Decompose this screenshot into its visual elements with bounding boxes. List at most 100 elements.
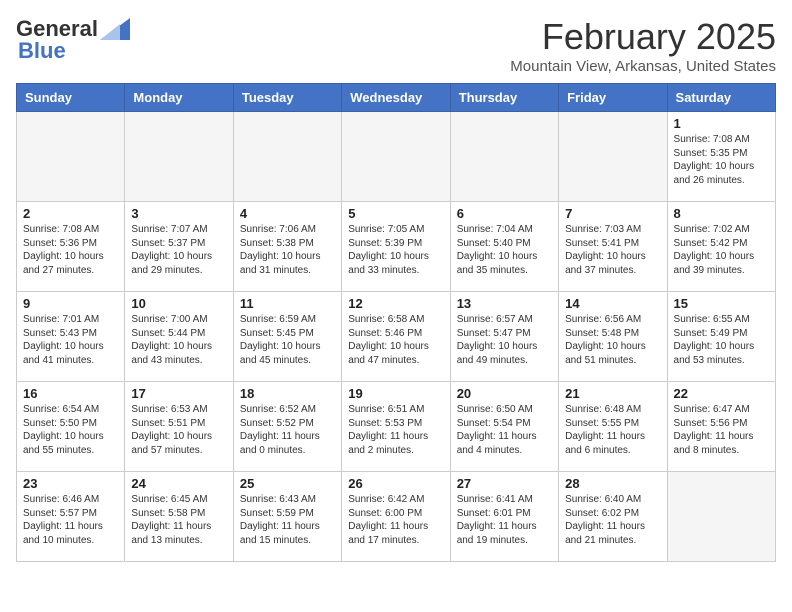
day-number: 6 [457, 206, 552, 221]
weekday-header-cell: Monday [125, 84, 233, 112]
day-number: 14 [565, 296, 660, 311]
weekday-header-cell: Saturday [667, 84, 775, 112]
day-info: Sunrise: 6:54 AM Sunset: 5:50 PM Dayligh… [23, 403, 118, 457]
weekday-header-row: SundayMondayTuesdayWednesdayThursdayFrid… [17, 84, 776, 112]
calendar-day-cell [450, 112, 558, 202]
calendar-day-cell: 15 Sunrise: 6:55 AM Sunset: 5:49 PM Dayli… [667, 292, 775, 382]
logo-icon [100, 18, 130, 40]
calendar-day-cell [233, 112, 341, 202]
day-number: 4 [240, 206, 335, 221]
calendar-day-cell: 27 Sunrise: 6:41 AM Sunset: 6:01 PM Dayli… [450, 472, 558, 562]
day-info: Sunrise: 6:57 AM Sunset: 5:47 PM Dayligh… [457, 313, 552, 367]
day-number: 12 [348, 296, 443, 311]
day-number: 26 [348, 476, 443, 491]
day-info: Sunrise: 6:40 AM Sunset: 6:02 PM Dayligh… [565, 493, 660, 547]
day-info: Sunrise: 6:45 AM Sunset: 5:58 PM Dayligh… [131, 493, 226, 547]
calendar-table: SundayMondayTuesdayWednesdayThursdayFrid… [16, 83, 776, 562]
day-number: 10 [131, 296, 226, 311]
day-number: 20 [457, 386, 552, 401]
calendar-week-row: 23Sunrise: 6:46 AM Sunset: 5:57 PM Dayli… [17, 472, 776, 562]
calendar-day-cell [559, 112, 667, 202]
calendar-day-cell: 1 Sunrise: 7:08 AM Sunset: 5:35 PM Daylig… [667, 112, 775, 202]
calendar-day-cell [17, 112, 125, 202]
day-number: 23 [23, 476, 118, 491]
day-info: Sunrise: 7:06 AM Sunset: 5:38 PM Dayligh… [240, 223, 335, 277]
calendar-day-cell: 24Sunrise: 6:45 AM Sunset: 5:58 PM Dayli… [125, 472, 233, 562]
day-number: 2 [23, 206, 118, 221]
logo: General Blue [16, 16, 130, 64]
day-number: 7 [565, 206, 660, 221]
calendar-day-cell: 2 Sunrise: 7:08 AM Sunset: 5:36 PM Daylig… [17, 202, 125, 292]
day-info: Sunrise: 7:08 AM Sunset: 5:35 PM Dayligh… [674, 133, 769, 187]
calendar-day-cell: 9 Sunrise: 7:01 AM Sunset: 5:43 PM Daylig… [17, 292, 125, 382]
day-info: Sunrise: 7:07 AM Sunset: 5:37 PM Dayligh… [131, 223, 226, 277]
day-number: 11 [240, 296, 335, 311]
day-number: 18 [240, 386, 335, 401]
title-block: February 2025 Mountain View, Arkansas, U… [510, 16, 776, 75]
day-info: Sunrise: 7:01 AM Sunset: 5:43 PM Dayligh… [23, 313, 118, 367]
calendar-body: 1 Sunrise: 7:08 AM Sunset: 5:35 PM Daylig… [17, 112, 776, 562]
calendar-week-row: 1 Sunrise: 7:08 AM Sunset: 5:35 PM Daylig… [17, 112, 776, 202]
day-number: 8 [674, 206, 769, 221]
page-header: General Blue February 2025 Mountain View… [16, 16, 776, 75]
day-info: Sunrise: 6:53 AM Sunset: 5:51 PM Dayligh… [131, 403, 226, 457]
calendar-day-cell [125, 112, 233, 202]
day-number: 21 [565, 386, 660, 401]
day-info: Sunrise: 6:43 AM Sunset: 5:59 PM Dayligh… [240, 493, 335, 547]
calendar-day-cell [342, 112, 450, 202]
day-number: 16 [23, 386, 118, 401]
day-info: Sunrise: 6:50 AM Sunset: 5:54 PM Dayligh… [457, 403, 552, 457]
day-info: Sunrise: 6:59 AM Sunset: 5:45 PM Dayligh… [240, 313, 335, 367]
weekday-header-cell: Sunday [17, 84, 125, 112]
calendar-day-cell: 20 Sunrise: 6:50 AM Sunset: 5:54 PM Dayli… [450, 382, 558, 472]
day-number: 22 [674, 386, 769, 401]
calendar-day-cell: 26Sunrise: 6:42 AM Sunset: 6:00 PM Dayli… [342, 472, 450, 562]
day-number: 1 [674, 116, 769, 131]
day-info: Sunrise: 6:56 AM Sunset: 5:48 PM Dayligh… [565, 313, 660, 367]
day-info: Sunrise: 7:02 AM Sunset: 5:42 PM Dayligh… [674, 223, 769, 277]
calendar-day-cell: 18 Sunrise: 6:52 AM Sunset: 5:52 PM Dayli… [233, 382, 341, 472]
calendar-week-row: 2 Sunrise: 7:08 AM Sunset: 5:36 PM Daylig… [17, 202, 776, 292]
day-number: 15 [674, 296, 769, 311]
day-info: Sunrise: 6:58 AM Sunset: 5:46 PM Dayligh… [348, 313, 443, 367]
day-number: 17 [131, 386, 226, 401]
calendar-day-cell: 7 Sunrise: 7:03 AM Sunset: 5:41 PM Daylig… [559, 202, 667, 292]
calendar-subtitle: Mountain View, Arkansas, United States [510, 58, 776, 75]
calendar-day-cell: 14 Sunrise: 6:56 AM Sunset: 5:48 PM Dayli… [559, 292, 667, 382]
day-info: Sunrise: 7:04 AM Sunset: 5:40 PM Dayligh… [457, 223, 552, 277]
calendar-day-cell: 21 Sunrise: 6:48 AM Sunset: 5:55 PM Dayli… [559, 382, 667, 472]
day-number: 28 [565, 476, 660, 491]
weekday-header-cell: Thursday [450, 84, 558, 112]
calendar-day-cell [667, 472, 775, 562]
weekday-header-cell: Wednesday [342, 84, 450, 112]
day-info: Sunrise: 6:41 AM Sunset: 6:01 PM Dayligh… [457, 493, 552, 547]
calendar-day-cell: 23Sunrise: 6:46 AM Sunset: 5:57 PM Dayli… [17, 472, 125, 562]
day-number: 25 [240, 476, 335, 491]
weekday-header-cell: Friday [559, 84, 667, 112]
day-info: Sunrise: 6:51 AM Sunset: 5:53 PM Dayligh… [348, 403, 443, 457]
calendar-day-cell: 4 Sunrise: 7:06 AM Sunset: 5:38 PM Daylig… [233, 202, 341, 292]
day-number: 13 [457, 296, 552, 311]
day-info: Sunrise: 7:08 AM Sunset: 5:36 PM Dayligh… [23, 223, 118, 277]
calendar-day-cell: 28 Sunrise: 6:40 AM Sunset: 6:02 PM Dayli… [559, 472, 667, 562]
day-number: 3 [131, 206, 226, 221]
day-info: Sunrise: 7:00 AM Sunset: 5:44 PM Dayligh… [131, 313, 226, 367]
calendar-day-cell: 13 Sunrise: 6:57 AM Sunset: 5:47 PM Dayli… [450, 292, 558, 382]
calendar-week-row: 9 Sunrise: 7:01 AM Sunset: 5:43 PM Daylig… [17, 292, 776, 382]
weekday-header-cell: Tuesday [233, 84, 341, 112]
day-info: Sunrise: 6:52 AM Sunset: 5:52 PM Dayligh… [240, 403, 335, 457]
calendar-day-cell: 8 Sunrise: 7:02 AM Sunset: 5:42 PM Daylig… [667, 202, 775, 292]
day-info: Sunrise: 6:55 AM Sunset: 5:49 PM Dayligh… [674, 313, 769, 367]
calendar-day-cell: 25 Sunrise: 6:43 AM Sunset: 5:59 PM Dayli… [233, 472, 341, 562]
day-info: Sunrise: 6:47 AM Sunset: 5:56 PM Dayligh… [674, 403, 769, 457]
day-info: Sunrise: 7:05 AM Sunset: 5:39 PM Dayligh… [348, 223, 443, 277]
logo-blue-text: Blue [16, 38, 66, 64]
day-number: 27 [457, 476, 552, 491]
calendar-day-cell: 16 Sunrise: 6:54 AM Sunset: 5:50 PM Dayli… [17, 382, 125, 472]
calendar-day-cell: 17 Sunrise: 6:53 AM Sunset: 5:51 PM Dayli… [125, 382, 233, 472]
day-info: Sunrise: 6:48 AM Sunset: 5:55 PM Dayligh… [565, 403, 660, 457]
calendar-day-cell: 22 Sunrise: 6:47 AM Sunset: 5:56 PM Dayli… [667, 382, 775, 472]
day-number: 9 [23, 296, 118, 311]
day-info: Sunrise: 7:03 AM Sunset: 5:41 PM Dayligh… [565, 223, 660, 277]
calendar-day-cell: 5Sunrise: 7:05 AM Sunset: 5:39 PM Daylig… [342, 202, 450, 292]
